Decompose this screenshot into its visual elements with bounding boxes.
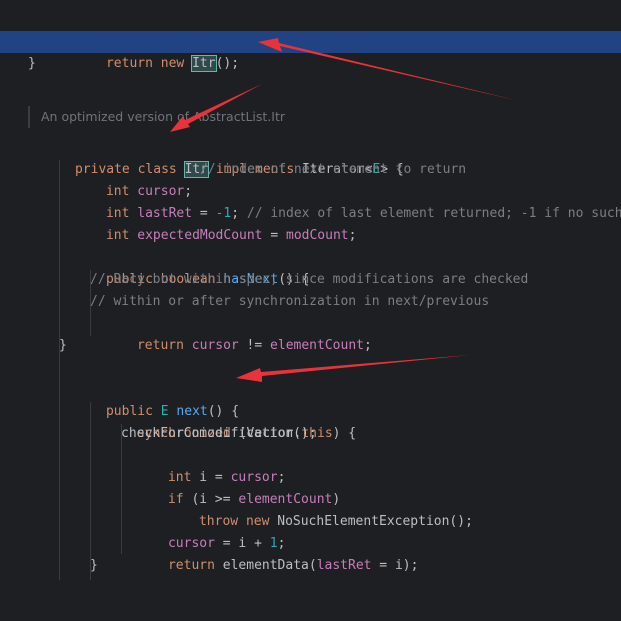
code-line[interactable]: cursor = i + 1; (0, 511, 621, 551)
code-text: ; (348, 228, 357, 243)
line-comment: // within or after synchronization in ne… (90, 294, 490, 309)
code-line[interactable]: int cursor; // index of next element to … (0, 159, 621, 199)
code-line[interactable]: private class Itr implements Iterator<E>… (0, 137, 621, 178)
code-line[interactable]: public E next() { (0, 379, 621, 419)
code-line[interactable]: public boolean hasNext() { (0, 247, 621, 287)
code-line[interactable]: public synchronized Iterator<E> iterator… (0, 8, 621, 48)
code-line[interactable]: int lastRet = -1; // index of last eleme… (0, 181, 621, 221)
code-line[interactable]: // Racy but within spec, since modificat… (0, 269, 621, 291)
code-line[interactable]: // within or after synchronization in ne… (0, 291, 621, 313)
line-comment: // index of next element to return (200, 162, 467, 177)
line-comment: // Racy but within spec, since modificat… (90, 272, 529, 287)
code-line[interactable]: int expectedModCount = modCount; (0, 203, 621, 243)
code-line[interactable]: checkForComodification(); (0, 423, 621, 445)
code-line[interactable]: return cursor != elementCount; (0, 313, 621, 353)
code-line[interactable]: } (0, 335, 621, 357)
keyword: int (105, 228, 130, 243)
code-text: = (262, 228, 286, 243)
code-text: checkForComodification(); (121, 426, 317, 441)
code-line[interactable]: return elementData(lastRet = i); (0, 533, 621, 573)
code-line-selected[interactable]: return new Itr(); (0, 31, 621, 72)
code-line[interactable]: int i = cursor; (0, 445, 621, 485)
code-line[interactable]: } (0, 555, 621, 577)
code-text: } (59, 338, 67, 353)
code-line[interactable]: synchronized (Vector.this) { (0, 401, 621, 441)
field-name: expectedModCount (137, 228, 263, 243)
code-text: } (90, 558, 98, 573)
code-editor[interactable]: public synchronized Iterator<E> iterator… (0, 0, 621, 580)
doc-comment: An optimized version of AbstractList.Itr (28, 106, 285, 128)
code-text: } (28, 56, 36, 71)
code-line[interactable]: } (0, 53, 621, 75)
code-line[interactable]: if (i >= elementCount) (0, 467, 621, 507)
code-line[interactable]: throw new NoSuchElementException(); (0, 489, 621, 529)
field-name: modCount (286, 228, 349, 243)
